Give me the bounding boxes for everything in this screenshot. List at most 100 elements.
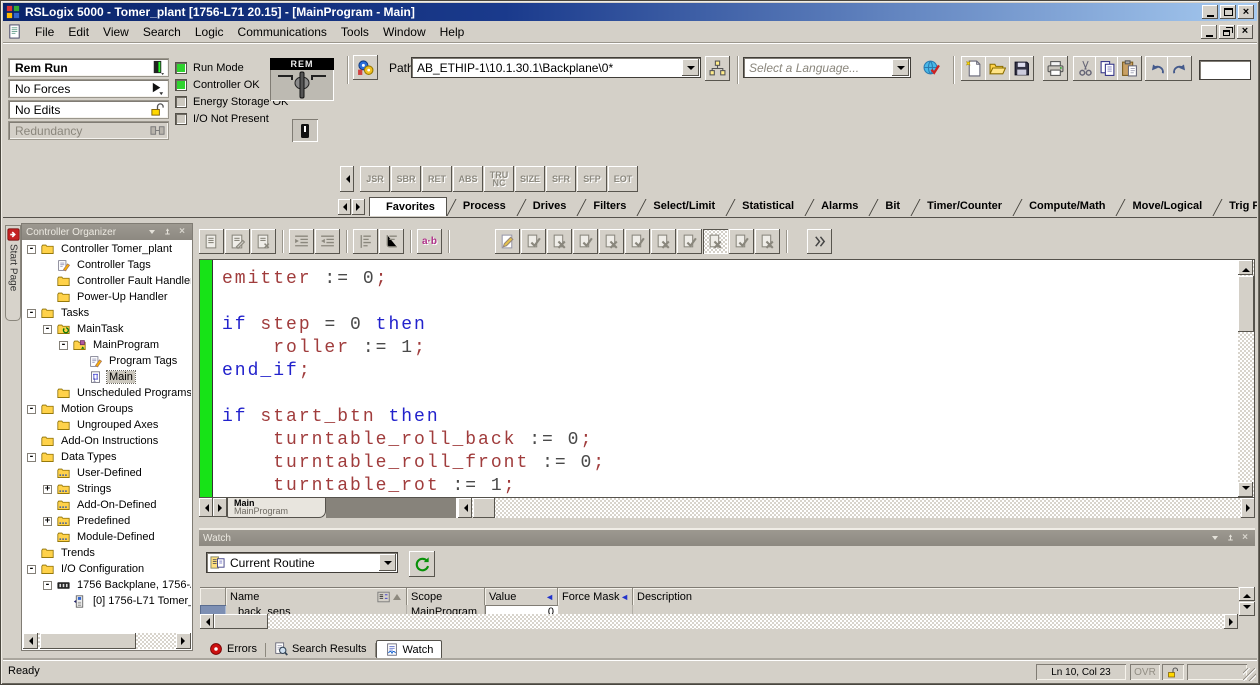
cancel-finalize-button[interactable] (703, 229, 728, 254)
sort-direction-icon[interactable] (393, 590, 401, 600)
chevron-down-icon[interactable] (379, 554, 396, 571)
rswho-button[interactable] (353, 55, 378, 80)
palette-tab-select-limit[interactable]: Select/Limit (637, 197, 726, 216)
instruction-sfr-button[interactable]: SFR (546, 166, 576, 192)
paste-button[interactable] (1117, 56, 1142, 81)
maximize-button[interactable] (1220, 5, 1236, 19)
scroll-up-icon[interactable] (1238, 260, 1253, 275)
column-header-scope[interactable]: Scope (407, 588, 485, 605)
results-tab-errors[interactable]: Errors (201, 640, 265, 658)
chevron-down-icon[interactable] (892, 59, 909, 76)
start-pending-edits-button[interactable] (495, 229, 520, 254)
instruction-jsr-button[interactable]: JSR (360, 166, 390, 192)
accept-program-edits-button[interactable] (521, 229, 546, 254)
scroll-thumb[interactable] (40, 633, 136, 649)
code-hscrollbar[interactable] (458, 498, 1255, 518)
child-minimize-button[interactable] (1201, 25, 1217, 39)
tree-item-module-defined[interactable]: Module-Defined (23, 529, 191, 545)
refresh-button[interactable] (409, 551, 435, 577)
new-button[interactable] (961, 56, 986, 81)
chevron-down-icon[interactable] (682, 59, 699, 76)
code-line[interactable]: if step = 0 then (222, 314, 1237, 337)
tree-item-1756-backplane-1756-a7[interactable]: -1756 Backplane, 1756-A7 (23, 577, 191, 593)
child-close-button[interactable]: × (1237, 25, 1253, 39)
tree-item-i-o-configuration[interactable]: -I/O Configuration (23, 561, 191, 577)
collapse-icon[interactable]: - (27, 405, 36, 414)
column-header-force-mask[interactable]: Force Mask◄ (558, 588, 633, 605)
tabs-scroll-left-button[interactable] (338, 199, 351, 215)
column-header-description[interactable]: Description (633, 588, 1238, 605)
pin-icon[interactable] (1224, 532, 1236, 544)
scroll-thumb[interactable] (473, 498, 495, 518)
assemble-edits-button[interactable] (625, 229, 650, 254)
menu-search[interactable]: Search (136, 22, 188, 42)
mode-box[interactable]: Rem Run (8, 58, 169, 77)
collapse-icon[interactable]: - (43, 325, 52, 334)
column-header-name[interactable]: Name (226, 588, 407, 605)
indent-button[interactable] (289, 229, 314, 254)
scroll-thumb[interactable] (1238, 276, 1254, 332)
close-icon[interactable]: × (1239, 532, 1251, 544)
scroll-right-icon[interactable] (1241, 498, 1255, 518)
cell-force-mask[interactable] (558, 605, 633, 614)
forces-box[interactable]: No Forces (8, 79, 169, 98)
tree-item-controller-tomer-plant[interactable]: -Controller Tomer_plant (23, 241, 191, 257)
child-restore-button[interactable] (1219, 25, 1235, 39)
tree-item-add-on-defined[interactable]: Add-On-Defined (23, 497, 191, 513)
quick-entry-input[interactable] (1199, 60, 1251, 80)
code-line[interactable]: end_if; (222, 360, 1237, 383)
document-icon[interactable] (7, 24, 22, 39)
scroll-left-icon[interactable] (23, 633, 38, 649)
tree-item-data-types[interactable]: -Data Types (23, 449, 191, 465)
cell-value[interactable]: 0 (485, 605, 558, 614)
cancel-rung-edits-button[interactable] (599, 229, 624, 254)
code-line[interactable]: turntable_roll_front := 0; (222, 452, 1237, 475)
palette-tab-statistical[interactable]: Statistical (726, 197, 805, 216)
menu-file[interactable]: File (28, 22, 61, 42)
cell-description[interactable] (633, 605, 1238, 614)
scroll-left-icon[interactable] (200, 614, 214, 629)
monitor-arrow-icon[interactable]: ◄ (620, 592, 629, 602)
collapse-icon[interactable]: - (27, 565, 36, 574)
row-selector[interactable] (200, 605, 226, 614)
palette-tab-drives[interactable]: Drives (517, 197, 578, 216)
instruction-trunc-button[interactable]: TRUNC (484, 166, 514, 192)
instruction-abs-button[interactable]: ABS (453, 166, 483, 192)
edit-element-button[interactable] (225, 229, 250, 254)
watch-hscrollbar[interactable] (200, 614, 1238, 629)
scroll-right-icon[interactable] (176, 633, 191, 649)
language-combo[interactable]: Select a Language... (743, 57, 911, 78)
close-icon[interactable]: × (176, 226, 188, 238)
menu-logic[interactable]: Logic (188, 22, 231, 42)
path-combo[interactable]: AB_ETHIP-1\10.1.30.1\Backplane\0* (411, 57, 701, 78)
menu-window[interactable]: Window (376, 22, 433, 42)
expand-icon[interactable]: + (43, 517, 52, 526)
tree-item-trends[interactable]: Trends (23, 545, 191, 561)
tree-item--0-1756-l71-tomer-plant[interactable]: [0] 1756-L71 Tomer_plant (23, 593, 191, 609)
network-browse-button[interactable] (705, 56, 730, 81)
scroll-left-icon[interactable] (458, 498, 472, 518)
code-line[interactable]: turntable_rot := 1; (222, 475, 1237, 497)
scroll-thumb[interactable] (214, 614, 268, 629)
tab-scroll-right-icon[interactable] (213, 498, 227, 517)
palette-tab-timer-counter[interactable]: Timer/Counter (911, 197, 1013, 216)
menu-help[interactable]: Help (433, 22, 472, 42)
results-tab-watch[interactable]: Watch (376, 640, 443, 660)
tab-main-routine[interactable]: Main MainProgram (227, 498, 326, 518)
element-properties-button[interactable] (199, 229, 224, 254)
watch-scope-combo[interactable]: Current Routine (206, 552, 398, 573)
instruction-sfp-button[interactable]: SFP (577, 166, 607, 192)
st-code-area[interactable]: emitter := 0;if step = 0 then roller := … (199, 259, 1255, 498)
palette-tab-trig-functions[interactable]: Trig Functions (1213, 197, 1257, 216)
tree-item-predefined[interactable]: +Predefined (23, 513, 191, 529)
menu-view[interactable]: View (96, 22, 136, 42)
line-wrap-button[interactable] (379, 229, 404, 254)
resize-grip[interactable] (1243, 668, 1256, 681)
close-button[interactable]: × (1238, 5, 1254, 19)
code-line[interactable] (222, 291, 1237, 314)
watch-row[interactable]: back_sensMainProgram0 (200, 605, 1238, 614)
panel-menu-button[interactable] (146, 226, 158, 238)
language-verify-button[interactable] (919, 55, 944, 80)
test-edits-button[interactable] (729, 229, 754, 254)
code-line[interactable]: turntable_roll_back := 0; (222, 429, 1237, 452)
